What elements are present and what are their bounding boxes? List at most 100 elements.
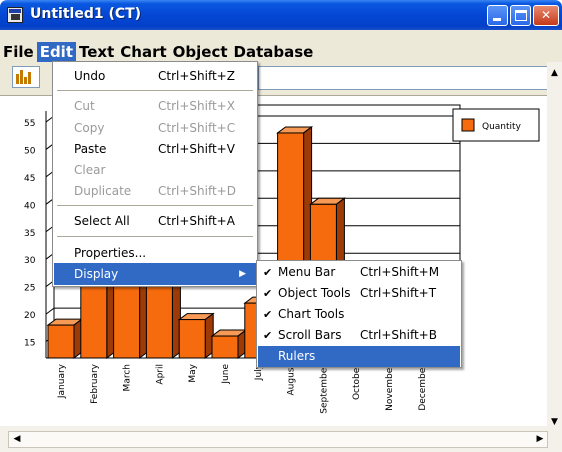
menu-text[interactable]: Text xyxy=(76,42,117,62)
scroll-right-icon[interactable]: ▶ xyxy=(533,432,547,447)
menu-separator xyxy=(57,90,253,91)
chart-icon-bar xyxy=(16,74,19,84)
x-tick-label: August xyxy=(287,364,297,396)
menu-item-shortcut: Ctrl+Shift+A xyxy=(158,214,235,228)
submenu-arrow-icon: ▶ xyxy=(239,269,246,279)
chart-tool-button[interactable] xyxy=(12,66,40,88)
maximize-icon xyxy=(515,10,527,21)
y-tick-label: 20 xyxy=(24,311,36,321)
menu-item-shortcut: Ctrl+Shift+B xyxy=(360,328,437,342)
menu-item-rulers[interactable]: Rulers xyxy=(258,346,460,367)
y-tick-label: 15 xyxy=(24,339,35,349)
menu-item-label: Rulers xyxy=(278,349,316,363)
horizontal-scroll-track[interactable] xyxy=(8,431,548,448)
menu-item-label: Duplicate xyxy=(74,184,132,198)
edit-menu: Undo Ctrl+Shift+Z Cut Ctrl+Shift+X Copy … xyxy=(52,61,258,287)
menu-item-scroll-bars[interactable]: ✔ Scroll Bars Ctrl+Shift+B xyxy=(258,325,460,346)
vertical-scrollbar[interactable]: ▲ ▼ xyxy=(547,62,562,427)
menu-item-undo[interactable]: Undo Ctrl+Shift+Z xyxy=(54,65,256,87)
menu-object[interactable]: Object xyxy=(170,42,231,62)
check-icon: ✔ xyxy=(263,287,273,300)
menu-separator xyxy=(57,205,253,206)
window-title: Untitled1 (CT) xyxy=(30,6,142,22)
toolbar-input[interactable] xyxy=(258,66,555,90)
menu-edit[interactable]: Edit xyxy=(36,42,76,62)
menu-database[interactable]: Database xyxy=(231,42,317,62)
y-tick-label: 30 xyxy=(24,256,36,266)
chart-icon-bar xyxy=(24,77,27,84)
menu-item-copy[interactable]: Copy Ctrl+Shift+C xyxy=(54,117,256,139)
close-icon: ✕ xyxy=(540,8,552,22)
menu-item-label: Clear xyxy=(74,163,106,177)
menu-item-shortcut: Ctrl+Shift+X xyxy=(158,99,235,113)
close-button[interactable]: ✕ xyxy=(533,5,559,26)
menu-item-duplicate[interactable]: Duplicate Ctrl+Shift+D xyxy=(54,180,256,202)
menu-item-clear[interactable]: Clear xyxy=(54,159,256,181)
minimize-icon xyxy=(493,18,501,21)
menu-file[interactable]: File xyxy=(0,42,37,62)
menu-item-properties[interactable]: Properties... xyxy=(54,242,256,264)
gridline-depth xyxy=(45,307,55,315)
x-tick-label: May xyxy=(188,363,198,382)
menu-item-label: Chart Tools xyxy=(278,307,345,321)
menu-chart[interactable]: Chart xyxy=(117,42,169,62)
x-tick-label: November xyxy=(385,364,395,411)
y-tick-label: 50 xyxy=(24,146,36,156)
menu-bar-items: File Edit Text Chart Object Database xyxy=(0,42,316,62)
x-tick-label: December xyxy=(418,364,428,411)
y-tick-label: 45 xyxy=(24,174,35,184)
y-tick-label: 40 xyxy=(24,201,36,211)
menu-item-label: Menu Bar xyxy=(278,265,336,279)
check-icon: ✔ xyxy=(263,308,273,321)
check-icon: ✔ xyxy=(263,329,273,342)
bar[interactable] xyxy=(47,324,75,359)
menu-separator xyxy=(57,236,253,237)
check-icon: ✔ xyxy=(263,266,273,279)
menu-item-label: Properties... xyxy=(74,246,147,260)
y-tick-label: 55 xyxy=(24,119,35,129)
x-tick-label: March xyxy=(123,364,133,391)
menu-item-shortcut: Ctrl+Shift+M xyxy=(360,265,440,279)
menu-item-label: Scroll Bars xyxy=(278,328,342,342)
menu-item-shortcut: Ctrl+Shift+T xyxy=(360,286,437,300)
y-tick-label: 25 xyxy=(24,284,35,294)
x-tick-label: January xyxy=(57,363,67,399)
menu-item-label: Display xyxy=(74,267,119,281)
menu-item-paste[interactable]: Paste Ctrl+Shift+V xyxy=(54,138,256,160)
bar[interactable] xyxy=(211,335,239,359)
horizontal-scrollbar[interactable]: ◀ ▶ xyxy=(0,426,562,452)
menu-item-shortcut: Ctrl+Shift+Z xyxy=(158,69,235,83)
x-tick-label: September xyxy=(319,364,329,414)
menu-item-cut[interactable]: Cut Ctrl+Shift+X xyxy=(54,95,256,117)
display-submenu: ✔ Menu Bar Ctrl+Shift+M ✔ Object Tools C… xyxy=(256,260,462,368)
y-tick-label: 35 xyxy=(24,229,35,239)
app-icon[interactable] xyxy=(7,7,23,23)
maximize-button[interactable] xyxy=(510,5,531,26)
menu-bar: File Edit Text Chart Object Database xyxy=(0,30,562,62)
menu-item-chart-tools[interactable]: ✔ Chart Tools xyxy=(258,304,460,325)
menu-item-label: Copy xyxy=(74,121,105,135)
menu-item-label: Paste xyxy=(74,142,107,156)
menu-item-menu-bar[interactable]: ✔ Menu Bar Ctrl+Shift+M xyxy=(258,262,460,283)
x-tick-label: April xyxy=(155,364,165,385)
bar[interactable] xyxy=(178,319,206,359)
menu-item-shortcut: Ctrl+Shift+C xyxy=(158,121,236,135)
menu-item-select-all[interactable]: Select All Ctrl+Shift+A xyxy=(54,210,256,232)
x-tick-label: October xyxy=(352,364,362,400)
scroll-up-icon[interactable]: ▲ xyxy=(547,66,562,81)
menu-item-label: Select All xyxy=(74,214,130,228)
menu-item-label: Cut xyxy=(74,99,95,113)
menu-item-label: Undo xyxy=(74,69,106,83)
legend-swatch xyxy=(461,118,475,132)
title-bar[interactable]: Untitled1 (CT) ✕ xyxy=(0,0,562,30)
menu-item-label: Object Tools xyxy=(278,286,351,300)
menu-item-object-tools[interactable]: ✔ Object Tools Ctrl+Shift+T xyxy=(258,283,460,304)
chart-icon-bar xyxy=(20,70,23,84)
menu-item-display[interactable]: Display ▶ xyxy=(54,263,256,285)
menu-item-shortcut: Ctrl+Shift+D xyxy=(158,184,236,198)
minimize-button[interactable] xyxy=(487,5,508,26)
x-tick-label: February xyxy=(90,363,100,404)
x-tick-label: June xyxy=(221,364,231,385)
scroll-left-icon[interactable]: ◀ xyxy=(10,432,24,447)
chart-icon-bar xyxy=(28,72,31,84)
